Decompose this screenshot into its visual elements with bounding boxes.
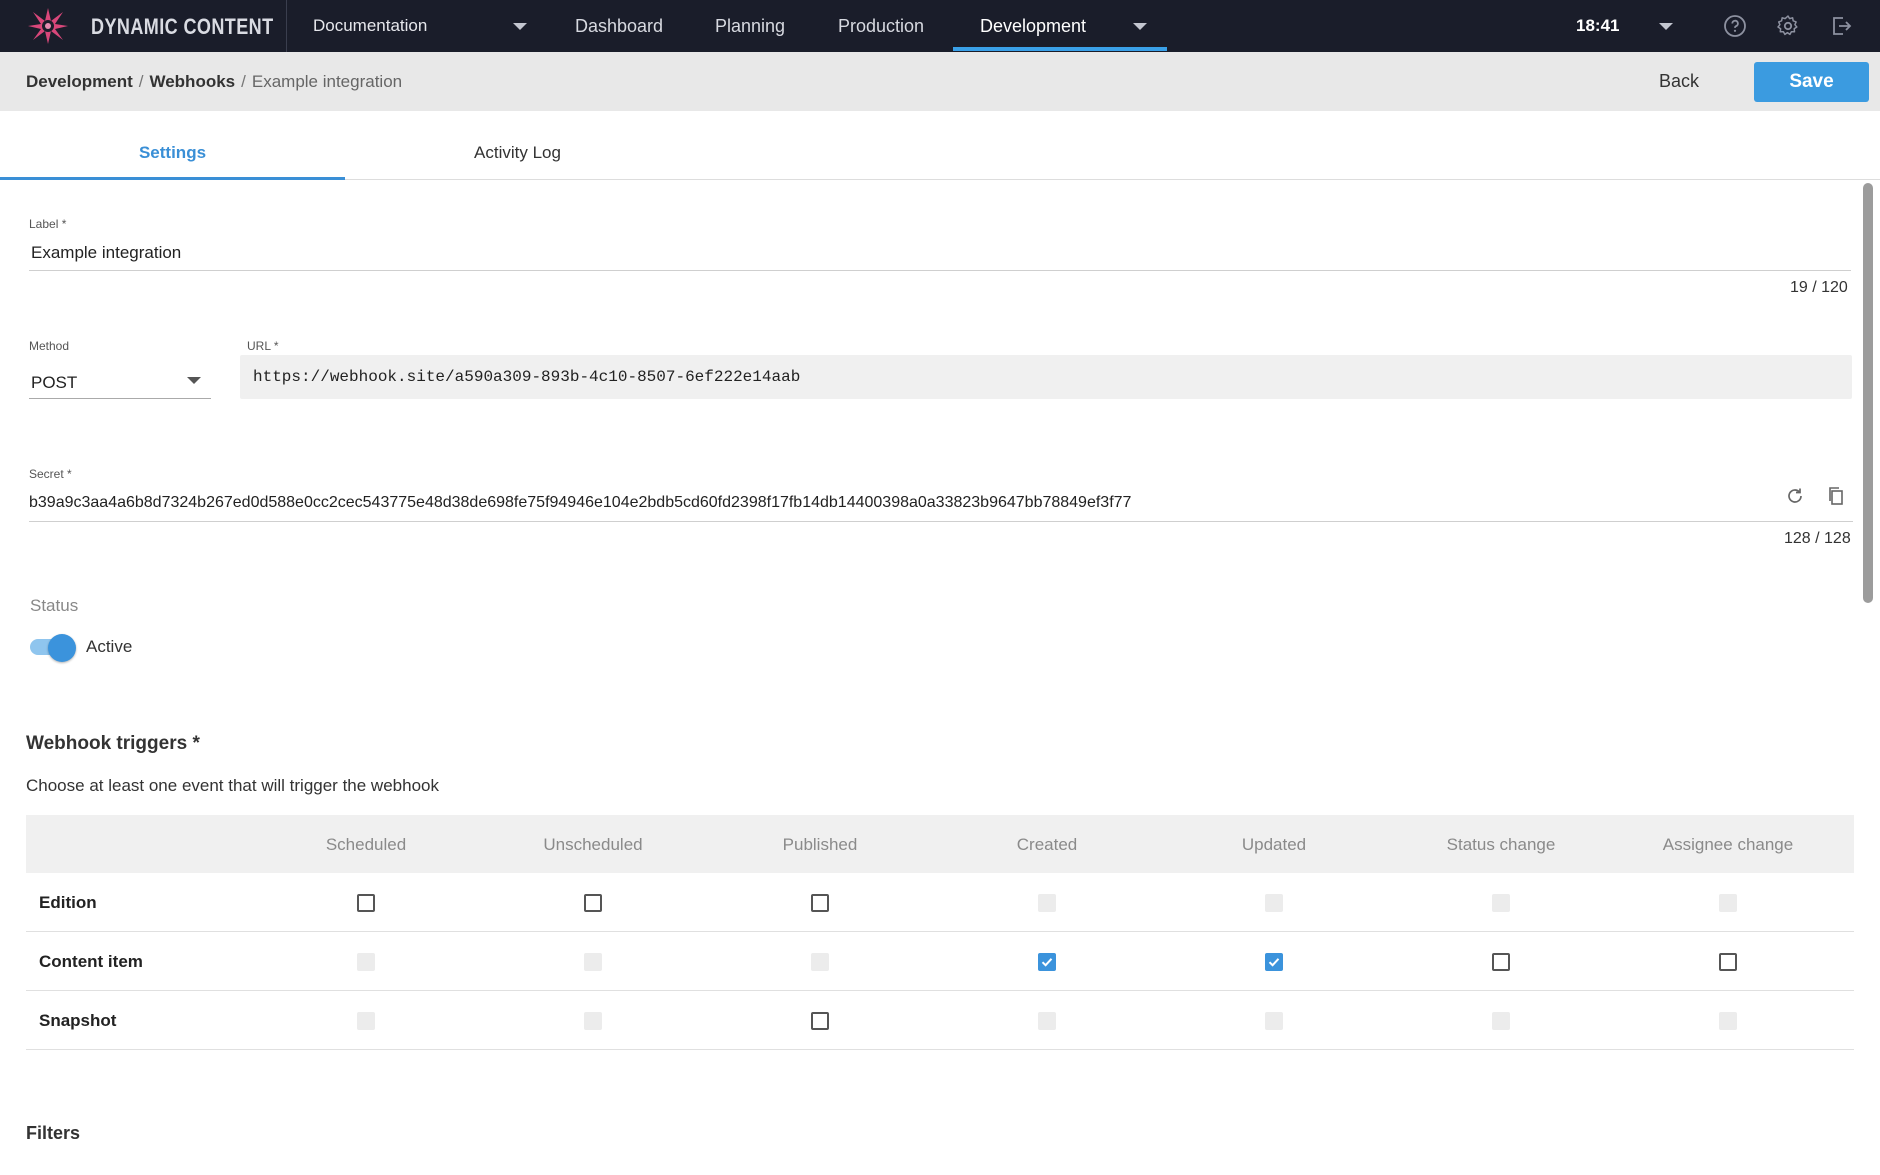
method-field-label: Method [29,339,70,353]
checkmark-icon [1041,958,1053,967]
copy-icon[interactable] [1826,486,1846,506]
nav-dashboard[interactable]: Dashboard [575,0,663,52]
row-label: Snapshot [39,1011,117,1030]
vertical-scrollbar[interactable] [1861,181,1875,1175]
chevron-down-icon [513,23,527,30]
trigger-checkbox [811,953,829,971]
tab-settings[interactable]: Settings [0,111,345,180]
trigger-checkbox [584,1012,602,1030]
filters-heading: Filters [26,1123,81,1143]
logout-icon[interactable] [1829,14,1853,38]
table-row: Edition [26,873,1854,932]
secret-input[interactable]: b39a9c3aa4a6b8d7324b267ed0d588e0cc2cec54… [29,494,1131,512]
triggers-table-header: Scheduled Unscheduled Published Created Upda… [26,815,1854,873]
breadcrumb: Development / Webhooks / Example integration [26,72,402,92]
trigger-checkbox [1719,1012,1737,1030]
top-navigation-bar: DYNAMIC CONTENT Documentation Dashboard … [0,0,1880,52]
brand-name: DYNAMIC CONTENT [91,14,274,39]
row-label: Edition [39,893,97,912]
back-button[interactable]: Back [1659,71,1699,92]
webhook-triggers-heading: Webhook triggers * [26,733,200,754]
secret-field-label: Secret * [29,467,72,481]
nav-development[interactable]: Development [980,0,1086,52]
save-button[interactable]: Save [1754,62,1869,102]
help-icon[interactable] [1723,14,1747,38]
clock: 18:41 [1576,16,1620,35]
row-label: Content item [39,952,143,971]
trigger-checkbox[interactable] [1492,953,1510,971]
table-row: Snapshot [26,991,1854,1050]
refresh-icon[interactable] [1785,486,1805,506]
trigger-checkbox[interactable] [811,894,829,912]
column-header: Created [1016,835,1078,854]
breadcrumb-development[interactable]: Development [26,72,133,91]
column-header: Updated [1241,835,1307,854]
trigger-checkbox[interactable] [1038,953,1056,971]
breadcrumb-current: Example integration [251,72,403,91]
breadcrumb-separator: / [138,72,144,91]
column-header: Unscheduled [543,835,643,854]
url-value: https://webhook.site/a590a309-893b-4c10-… [253,368,801,386]
nav-production[interactable]: Production [838,0,924,52]
tab-bar: Settings Activity Log [0,111,1880,180]
label-input[interactable]: Example integration [31,243,181,263]
url-field-label: URL * [247,339,279,353]
column-header: Published [782,835,858,854]
label-input-underline [29,270,1851,271]
trigger-checkbox [1038,894,1056,912]
method-underline [29,398,211,399]
url-input[interactable]: https://webhook.site/a590a309-893b-4c10-… [240,355,1852,399]
logo-icon[interactable] [27,6,69,46]
tab-activity-log[interactable]: Activity Log [345,111,690,180]
trigger-checkbox [584,953,602,971]
trigger-checkbox [1492,1012,1510,1030]
column-header: Status change [1446,835,1556,854]
breadcrumb-separator: / [241,72,246,91]
status-toggle[interactable] [30,634,76,662]
method-select[interactable]: POST [31,373,77,393]
trigger-checkbox [357,1012,375,1030]
trigger-checkbox[interactable] [811,1012,829,1030]
breadcrumb-bar: Development / Webhooks / Example integration… [0,52,1880,111]
trigger-checkbox[interactable] [357,894,375,912]
secret-char-counter: 128 / 128 [1784,530,1851,547]
hub-name: Documentation [313,16,428,35]
hub-selector[interactable]: Documentation [287,0,543,52]
column-header: Scheduled [325,835,407,854]
development-menu-chevron-icon[interactable] [1133,23,1147,30]
breadcrumb-webhooks[interactable]: Webhooks [149,72,235,91]
secret-input-underline [29,521,1853,522]
active-nav-indicator [953,47,1167,51]
nav-planning[interactable]: Planning [715,0,785,52]
scrollbar-thumb[interactable] [1863,183,1873,603]
trigger-checkbox [1265,1012,1283,1030]
trigger-checkbox[interactable] [1719,953,1737,971]
status-label: Status [30,596,79,615]
webhook-triggers-description: Choose at least one event that will trig… [26,776,439,795]
label-field-label: Label * [29,217,67,231]
column-header: Assignee change [1662,835,1794,854]
table-row: Content item [26,932,1854,991]
trigger-checkbox[interactable] [1265,953,1283,971]
trigger-checkbox[interactable] [584,894,602,912]
trigger-checkbox [357,953,375,971]
label-char-counter: 19 / 120 [1790,279,1848,296]
trigger-checkbox [1038,1012,1056,1030]
status-toggle-label: Active [86,637,133,656]
trigger-checkbox [1265,894,1283,912]
checkmark-icon [1268,958,1280,967]
trigger-checkbox [1492,894,1510,912]
clock-chevron-down-icon[interactable] [1659,23,1673,30]
method-chevron-down-icon[interactable] [187,377,201,384]
toggle-knob [48,634,76,662]
trigger-checkbox [1719,894,1737,912]
gear-icon[interactable] [1776,14,1800,38]
